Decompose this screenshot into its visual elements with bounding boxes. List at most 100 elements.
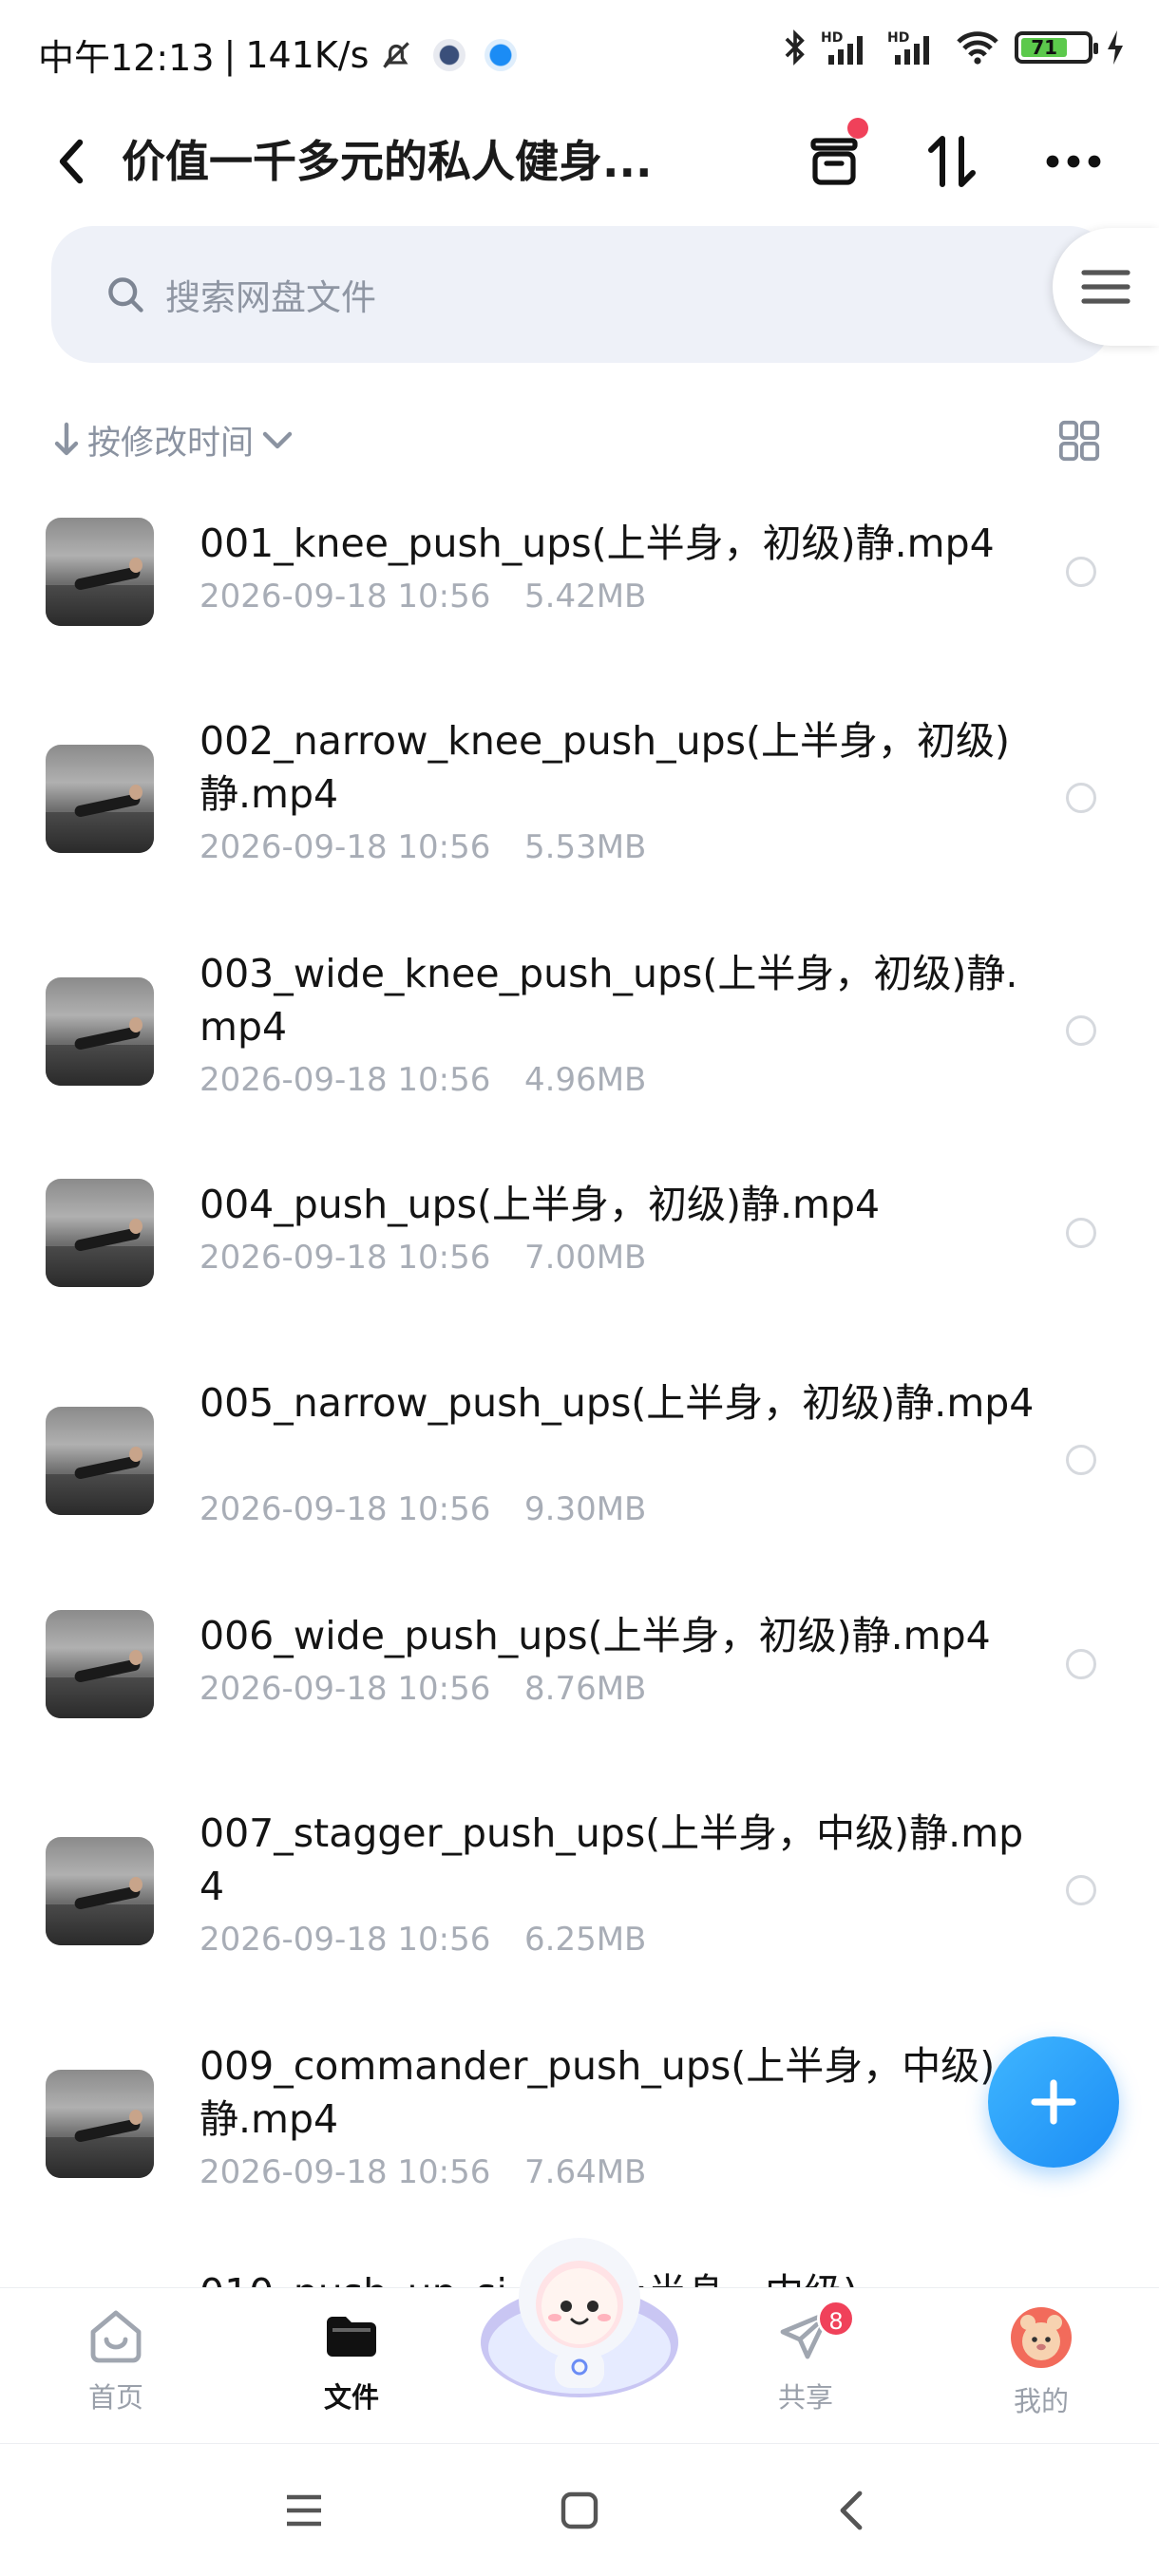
file-row[interactable]: 002_narrow_knee_push_ups(上半身，初级)静.mp4 202… [0,703,1159,893]
svg-text:HD: HD [821,30,843,46]
recent-apps-button[interactable] [276,2482,332,2539]
share-badge: 8 [817,2300,855,2338]
sort-arrows-icon [928,136,976,187]
video-thumbnail [46,1407,154,1515]
file-name: 003_wide_knee_push_ups(上半身，初级)静.mp4 [200,951,1018,1050]
file-size: 7.00MB [524,1239,647,1277]
chevron-left-icon [840,2491,863,2530]
chevron-down-icon [262,431,293,449]
mascot-icon [481,2238,678,2397]
file-size: 5.42MB [524,578,647,616]
file-name: 009_commander_push_ups(上半身，中级)静.mp4 [200,2043,996,2142]
select-checkbox[interactable] [1066,1445,1096,1475]
grid-icon [1058,420,1100,462]
file-row[interactable]: 001_knee_push_ups(上半身，初级)静.mp4 2026-09-18… [0,505,1159,638]
nav-home[interactable]: 首页 [40,2305,192,2429]
video-thumbnail [46,977,154,1086]
more-dots-icon [1046,155,1101,168]
file-size: 6.25MB [524,1921,647,1959]
select-checkbox[interactable] [1066,1875,1096,1905]
avatar [1011,2307,1072,2368]
back-system-button[interactable] [823,2482,880,2539]
more-button[interactable] [1034,122,1113,201]
file-meta: 2026-09-18 10:56 5.42MB [200,578,646,616]
file-date: 2026-09-18 10:56 [200,1490,491,1528]
nav-share[interactable]: 8 共享 [730,2300,882,2429]
file-meta: 2026-09-18 10:56 5.53MB [200,828,646,866]
charging-icon [1108,30,1123,65]
video-thumbnail [46,1610,154,1718]
plus-icon [1031,2079,1076,2125]
file-date: 2026-09-18 10:56 [200,578,491,616]
svg-text:HD: HD [887,30,909,46]
file-date: 2026-09-18 10:56 [200,2153,491,2191]
transfer-box-button[interactable] [794,118,874,201]
archive-box-icon [810,138,858,185]
file-row[interactable]: 009_commander_push_ups(上半身，中级)静.mp4 2026-… [0,2028,1159,2218]
video-thumbnail [46,2070,154,2178]
nav-share-label: 共享 [777,2381,833,2414]
search-icon [108,277,143,313]
select-checkbox[interactable] [1066,783,1096,813]
file-meta: 2026-09-18 10:56 6.25MB [200,1921,646,1959]
file-meta: 2026-09-18 10:56 9.30MB [200,1490,646,1528]
file-size: 9.30MB [524,1490,647,1528]
search-placeholder: 搜索网盘文件 [165,277,376,318]
nav-files[interactable]: 文件 [276,2305,428,2429]
folder-icon [327,2317,376,2357]
file-name: 001_knee_push_ups(上半身，初级)静.mp4 [200,521,995,566]
file-date: 2026-09-18 10:56 [200,1670,491,1708]
file-size: 4.96MB [524,1061,647,1099]
video-thumbnail [46,1179,154,1287]
file-date: 2026-09-18 10:56 [200,1239,491,1277]
bluetooth-icon [785,29,805,66]
select-checkbox[interactable] [1066,1649,1096,1679]
search-input[interactable]: 搜索网盘文件 [51,226,1112,363]
nav-mine[interactable]: 我的 [965,2305,1117,2429]
battery-icon: 71 [1015,31,1098,64]
back-button[interactable] [38,123,104,199]
home-icon [90,2310,142,2363]
file-row[interactable]: 007_stagger_push_ups(上半身，中级)静.mp4 2026-09… [0,1795,1159,1985]
mascot-button[interactable] [475,2228,684,2409]
file-date: 2026-09-18 10:56 [200,1061,491,1099]
file-name: 006_wide_push_ups(上半身，初级)静.mp4 [200,1613,991,1658]
menu-lines-icon [287,2494,321,2527]
status-left: 中午12:13 | 141K/s [38,28,518,81]
status-speed: 141K/s [245,33,370,76]
file-size: 8.76MB [524,1670,647,1708]
status-bar: 中午12:13 | 141K/s HD HD 71 [0,0,1159,104]
sort-selector[interactable]: 按修改时间 [53,407,294,473]
square-icon [560,2491,598,2529]
file-row[interactable]: 006_wide_push_ups(上半身，初级)静.mp4 2026-09-18… [0,1598,1159,1731]
grid-view-button[interactable] [1051,412,1108,469]
select-checkbox[interactable] [1066,557,1096,587]
select-checkbox[interactable] [1066,1015,1096,1046]
file-row[interactable]: 004_push_ups(上半身，初级)静.mp4 2026-09-18 10:5… [0,1166,1159,1299]
file-meta: 2026-09-18 10:56 7.64MB [200,2153,646,2191]
hamburger-icon [1081,270,1130,304]
file-size: 5.53MB [524,828,647,866]
signal-hd-icon-2: HD [887,30,929,65]
side-menu-button[interactable] [1053,228,1159,346]
system-navigation [0,2443,1159,2576]
select-checkbox[interactable] [1066,1218,1096,1248]
add-button[interactable] [988,2036,1119,2168]
file-name: 005_narrow_push_ups(上半身，初级)静.mp4 [200,1380,1035,1426]
file-name: 004_push_ups(上半身，初级)静.mp4 [200,1182,881,1227]
file-row[interactable]: 003_wide_knee_push_ups(上半身，初级)静.mp4 2026-… [0,936,1159,1126]
file-meta: 2026-09-18 10:56 7.00MB [200,1239,646,1277]
home-system-button[interactable] [551,2482,608,2539]
file-size: 7.64MB [524,2153,647,2191]
video-thumbnail [46,518,154,626]
video-thumbnail [46,745,154,853]
file-row[interactable]: 005_narrow_push_ups(上半身，初级)静.mp4 2026-09-… [0,1365,1159,1555]
battery-level: 71 [1021,38,1068,57]
sort-button[interactable] [912,122,992,201]
upload-notification-icon [484,38,518,71]
file-name: 007_stagger_push_ups(上半身，中级)静.mp4 [200,1810,1024,1909]
arrow-down-icon [54,422,79,456]
wifi-icon [957,31,998,65]
status-right: HD HD 71 [783,28,1125,66]
file-meta: 2026-09-18 10:56 4.96MB [200,1061,646,1099]
